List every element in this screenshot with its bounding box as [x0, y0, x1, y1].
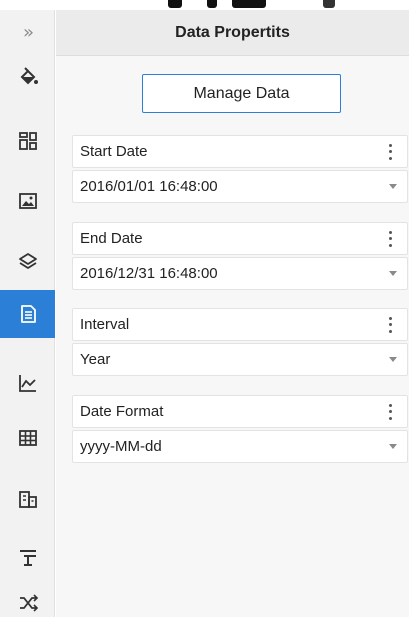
rail-item-data[interactable] [0, 290, 55, 338]
more-options-icon[interactable] [383, 402, 397, 422]
panel-title: Data Propertits [175, 23, 290, 41]
property-label: Interval [80, 316, 130, 333]
property-header: End Date [72, 222, 408, 255]
dropdown-value: Year [80, 351, 111, 368]
property-start-date: Start Date 2016/01/01 16:48:00 [72, 135, 408, 203]
rail-item-table[interactable] [0, 415, 55, 461]
rail-item-image[interactable] [0, 178, 55, 224]
property-label: End Date [80, 230, 143, 247]
property-date-format: Date Format yyyy-MM-dd [72, 395, 408, 463]
property-label: Start Date [80, 143, 148, 160]
dropdown-value: 2016/12/31 16:48:00 [80, 265, 218, 282]
dropdown-value: yyyy-MM-dd [80, 438, 162, 455]
rail-item-layout[interactable] [0, 118, 55, 164]
rail-item-chart[interactable] [0, 360, 55, 406]
rail-item-building[interactable] [0, 476, 55, 522]
clipped-glyph [323, 0, 335, 8]
text-align-icon [19, 550, 36, 566]
property-header: Interval [72, 308, 408, 341]
property-interval: Interval Year [72, 308, 408, 376]
interval-dropdown[interactable]: Year [72, 343, 408, 376]
line-chart-icon [18, 375, 36, 392]
property-label: Date Format [80, 403, 164, 420]
table-icon [18, 430, 37, 446]
caret-down-icon [389, 184, 397, 189]
caret-down-icon [389, 444, 397, 449]
caret-down-icon [389, 271, 397, 276]
clipped-glyph [207, 0, 217, 8]
data-document-icon [20, 305, 36, 323]
caret-down-icon [389, 357, 397, 362]
property-end-date: End Date 2016/12/31 16:48:00 [72, 222, 408, 290]
rail-item-layers[interactable] [0, 239, 55, 285]
double-chevron-right-icon: » [22, 21, 34, 43]
clipped-glyph [168, 0, 182, 8]
end-date-dropdown[interactable]: 2016/12/31 16:48:00 [72, 257, 408, 290]
shuffle-icon [19, 594, 38, 612]
image-icon [18, 193, 37, 209]
building-icon [18, 491, 37, 508]
layout-grid-icon [18, 132, 37, 150]
date-format-dropdown[interactable]: yyyy-MM-dd [72, 430, 408, 463]
rail-item-shuffle[interactable] [0, 580, 55, 617]
dropdown-value: 2016/01/01 16:48:00 [80, 178, 218, 195]
rail-item-fill[interactable] [0, 54, 55, 100]
more-options-icon[interactable] [383, 315, 397, 335]
top-clipped-strip [0, 0, 409, 10]
more-options-icon[interactable] [383, 229, 397, 249]
rail-item-text[interactable] [0, 534, 55, 580]
layers-icon [18, 253, 37, 269]
clipped-glyph [232, 0, 266, 8]
expand-panel-button[interactable]: » [0, 12, 55, 52]
property-header: Start Date [72, 135, 408, 168]
more-options-icon[interactable] [383, 142, 397, 162]
panel-header: Data Propertits [56, 10, 409, 56]
property-header: Date Format [72, 395, 408, 428]
start-date-dropdown[interactable]: 2016/01/01 16:48:00 [72, 170, 408, 203]
sidebar-rail: » [0, 10, 55, 617]
data-properties-panel: Data Propertits Manage Data Start Date 2… [56, 10, 409, 617]
fill-icon [20, 67, 38, 85]
manage-data-button[interactable]: Manage Data [142, 74, 341, 113]
